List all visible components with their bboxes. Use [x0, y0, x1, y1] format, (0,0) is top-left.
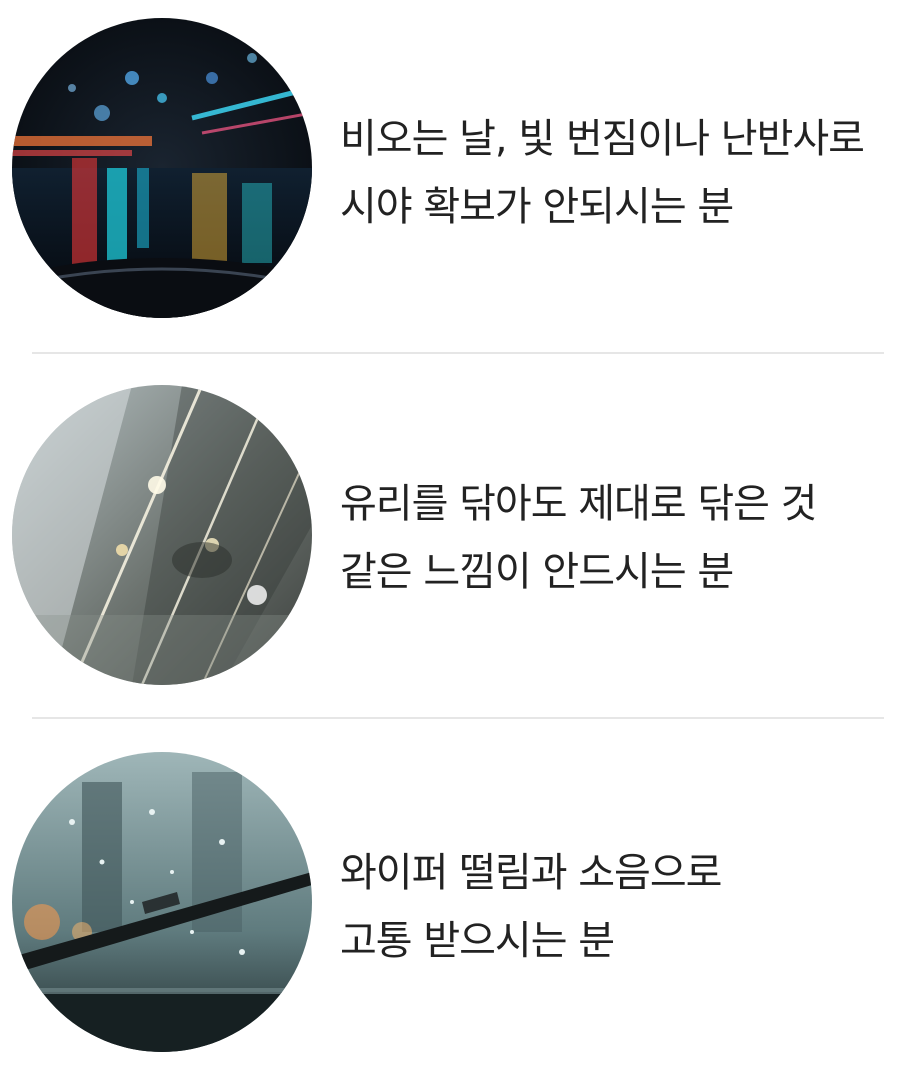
caption-line-2: 같은 느낌이 안드시는 분	[340, 549, 734, 595]
smudged-windshield-glare-image	[12, 385, 312, 685]
item-caption: 비오는 날, 빛 번짐이나 난반사로 시야 확보가 안되시는 분	[340, 105, 885, 241]
item-caption: 유리를 닦아도 제대로 닦은 것 같은 느낌이 안드시는 분	[340, 470, 885, 606]
list-item: 비오는 날, 빛 번짐이나 난반사로 시야 확보가 안되시는 분	[0, 8, 900, 338]
caption-line-1: 유리를 닦아도 제대로 닦은 것	[340, 481, 817, 527]
caption-line-2: 고통 받으시는 분	[340, 918, 615, 964]
caption-line-1: 비오는 날, 빛 번짐이나 난반사로	[340, 116, 865, 162]
item-caption: 와이퍼 떨림과 소음으로 고통 받으시는 분	[340, 839, 885, 975]
night-rain-windshield-lights-image	[12, 18, 312, 318]
wiper-blade-rain-drops-image	[12, 752, 312, 1052]
caption-line-1: 와이퍼 떨림과 소음으로	[340, 850, 722, 896]
list-item: 유리를 닦아도 제대로 닦은 것 같은 느낌이 안드시는 분	[0, 375, 900, 705]
list-item: 와이퍼 떨림과 소음으로 고통 받으시는 분	[0, 742, 900, 1072]
divider	[32, 717, 884, 719]
divider	[32, 352, 884, 354]
caption-line-2: 시야 확보가 안되시는 분	[340, 184, 734, 230]
